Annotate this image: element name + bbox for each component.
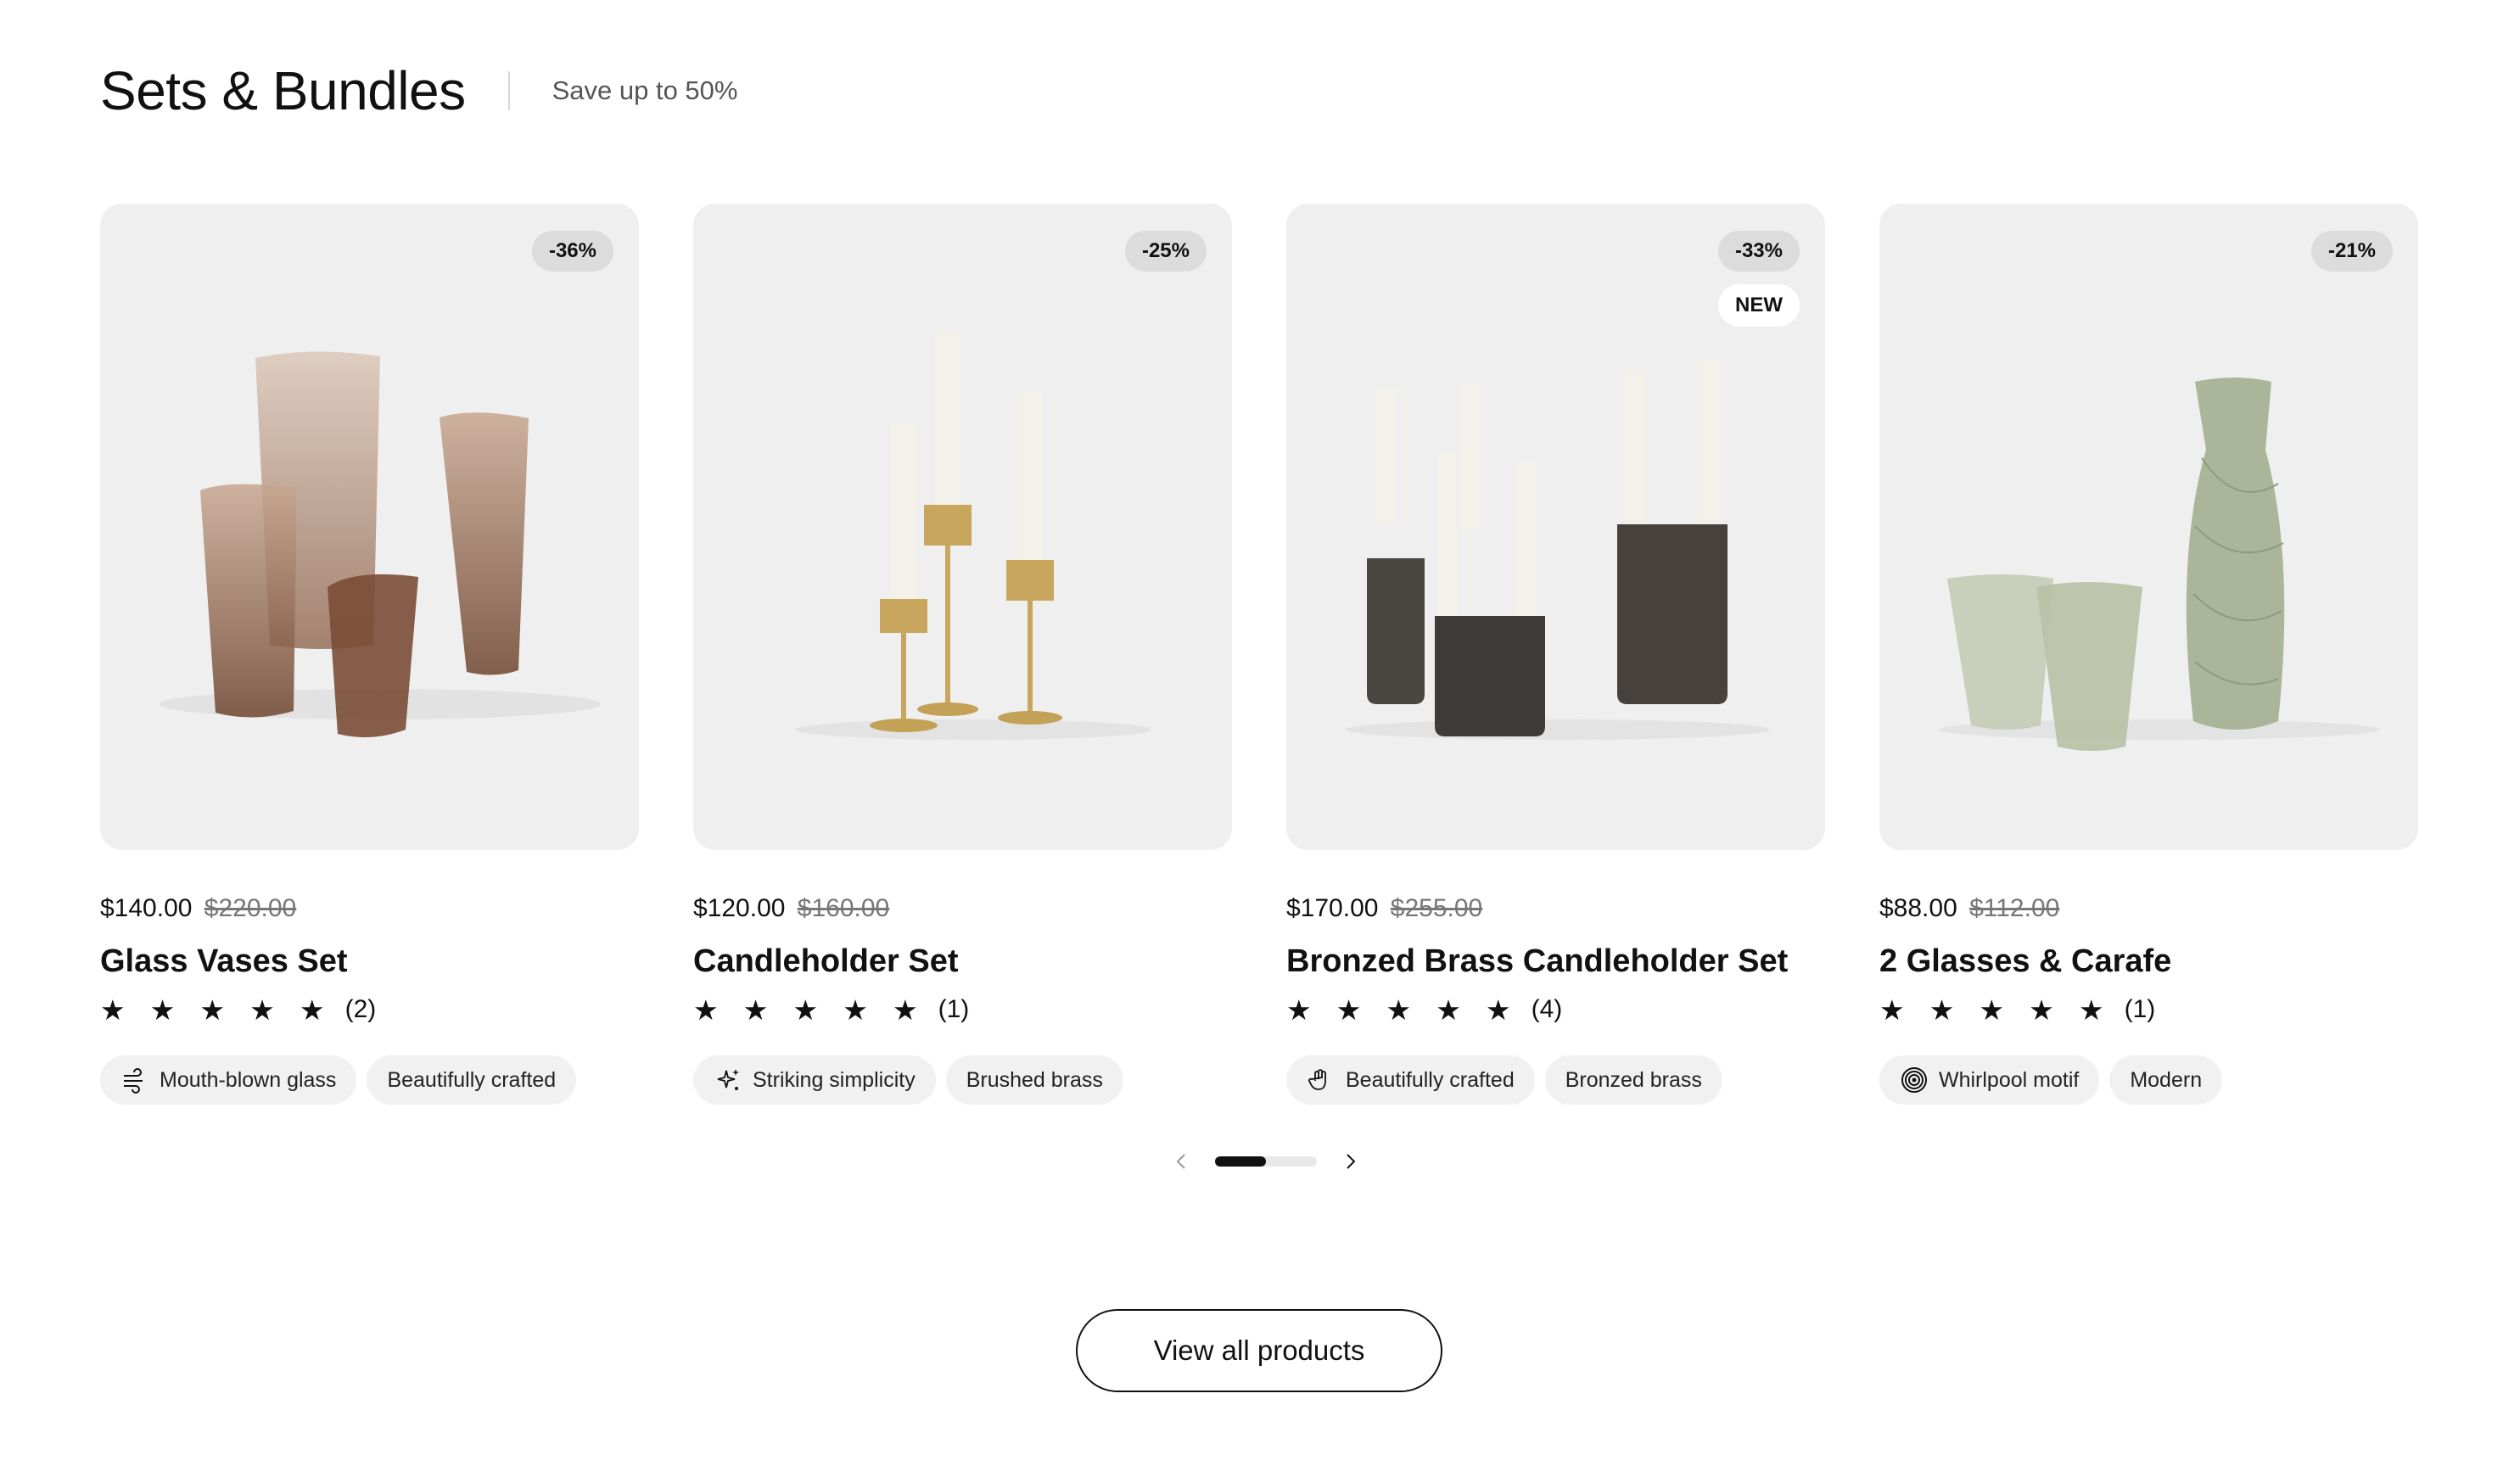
product-rating: ★ ★ ★ ★ ★ (2) [100,993,639,1027]
product-card[interactable]: -25% $120.00 $160.00 Candleholder Set ★ … [693,204,1232,1105]
new-badge: NEW [1718,284,1800,327]
product-rating: ★ ★ ★ ★ ★ (1) [693,993,1232,1027]
product-card[interactable]: -33% NEW $170.00 $255.00 Bronzed Brass C… [1286,204,1825,1105]
feature-tag: Beautifully crafted [367,1055,577,1105]
feature-tag: Brushed brass [945,1055,1123,1105]
view-all-products-button[interactable]: View all products [1076,1309,1442,1392]
product-rating: ★ ★ ★ ★ ★ (1) [1879,993,2418,1027]
product-image[interactable]: -25% [693,204,1232,850]
sale-price: $170.00 [1286,894,1379,922]
review-count[interactable]: (1) [2125,995,2156,1024]
spiral-icon [1901,1067,1927,1093]
section-title: Sets & Bundles [100,60,466,121]
feature-tags: Striking simplicity Brushed brass [693,1055,1232,1105]
product-image[interactable]: -36% [100,204,639,850]
hand-icon [1308,1069,1326,1090]
section-subtitle: Save up to 50% [552,76,738,105]
feature-tag-label: Whirlpool motif [1939,1067,2080,1092]
star-rating-icon: ★ ★ ★ ★ ★ [1879,993,2113,1026]
feature-tag-label: Brushed brass [966,1067,1103,1092]
review-count[interactable]: (1) [938,995,970,1024]
product-name[interactable]: 2 Glasses & Carafe [1879,943,2418,982]
sale-price: $140.00 [100,894,193,922]
feature-tag-label: Beautifully crafted [1346,1067,1515,1092]
product-name[interactable]: Glass Vases Set [100,943,639,982]
chevron-right-icon[interactable] [1336,1147,1364,1176]
star-rating-icon: ★ ★ ★ ★ ★ [1286,993,1520,1026]
product-rating: ★ ★ ★ ★ ★ (4) [1286,993,1825,1027]
carousel-progress-thumb[interactable] [1215,1156,1266,1167]
feature-tags: Mouth-blown glass Beautifully crafted [100,1055,639,1105]
review-count[interactable]: (4) [1532,995,1563,1024]
feature-tag: Mouth-blown glass [100,1055,357,1105]
original-price: $160.00 [797,894,890,922]
glass-vases-image [160,351,601,737]
feature-tag: Whirlpool motif [1879,1055,2100,1105]
feature-tag-label: Modern [2130,1067,2203,1092]
feature-tag-label: Beautifully crafted [387,1067,557,1092]
carousel-progress-track[interactable] [1215,1156,1317,1167]
glasses-carafe-image [1939,378,2380,751]
product-name[interactable]: Bronzed Brass Candleholder Set [1286,943,1825,982]
wind-icon [124,1068,143,1094]
price-row: $140.00 $220.00 [100,894,639,925]
feature-tag-label: Bronzed brass [1565,1067,1702,1092]
discount-badge: -33% [1717,231,1800,271]
sale-price: $120.00 [693,894,786,922]
sparkle-icon [717,1069,739,1090]
section-header: Sets & Bundles Save up to 50% [100,59,737,122]
price-row: $170.00 $255.00 [1286,894,1825,925]
discount-badge: -25% [1124,231,1207,271]
chevron-left-icon[interactable] [1168,1147,1196,1176]
feature-tags: Whirlpool motif Modern [1879,1055,2418,1105]
feature-tag: Striking simplicity [693,1055,936,1105]
star-rating-icon: ★ ★ ★ ★ ★ [693,993,927,1026]
product-name[interactable]: Candleholder Set [693,943,1232,982]
carousel-pager [1168,1147,1364,1176]
original-price: $255.00 [1390,894,1483,922]
original-price: $220.00 [204,894,297,922]
product-card[interactable]: -36% $140.00 $220.00 Glass Vases Set ★ ★… [100,204,639,1105]
price-row: $88.00 $112.00 [1879,894,2418,925]
product-card[interactable]: -21% $88.00 $112.00 2 Glasses & Carafe ★… [1879,204,2418,1105]
star-rating-icon: ★ ★ ★ ★ ★ [100,993,333,1026]
feature-tag: Bronzed brass [1544,1055,1722,1105]
candleholder-image [795,331,1151,740]
header-divider [507,71,510,110]
review-count[interactable]: (2) [345,995,377,1024]
original-price: $112.00 [1969,894,2060,922]
discount-badge: -36% [531,231,613,271]
product-carousel: -36% $140.00 $220.00 Glass Vases Set ★ ★… [100,204,2418,1105]
product-image[interactable]: -21% [1879,204,2418,850]
price-row: $120.00 $160.00 [693,894,1232,925]
feature-tag-label: Mouth-blown glass [160,1067,337,1092]
discount-badge: -21% [2310,231,2393,271]
product-image[interactable]: -33% NEW [1286,204,1825,850]
feature-tags: Beautifully crafted Bronzed brass [1286,1055,1825,1105]
feature-tag: Beautifully crafted [1286,1055,1535,1105]
feature-tag: Modern [2109,1055,2223,1105]
sale-price: $88.00 [1879,894,1957,922]
feature-tag-label: Striking simplicity [753,1067,916,1092]
